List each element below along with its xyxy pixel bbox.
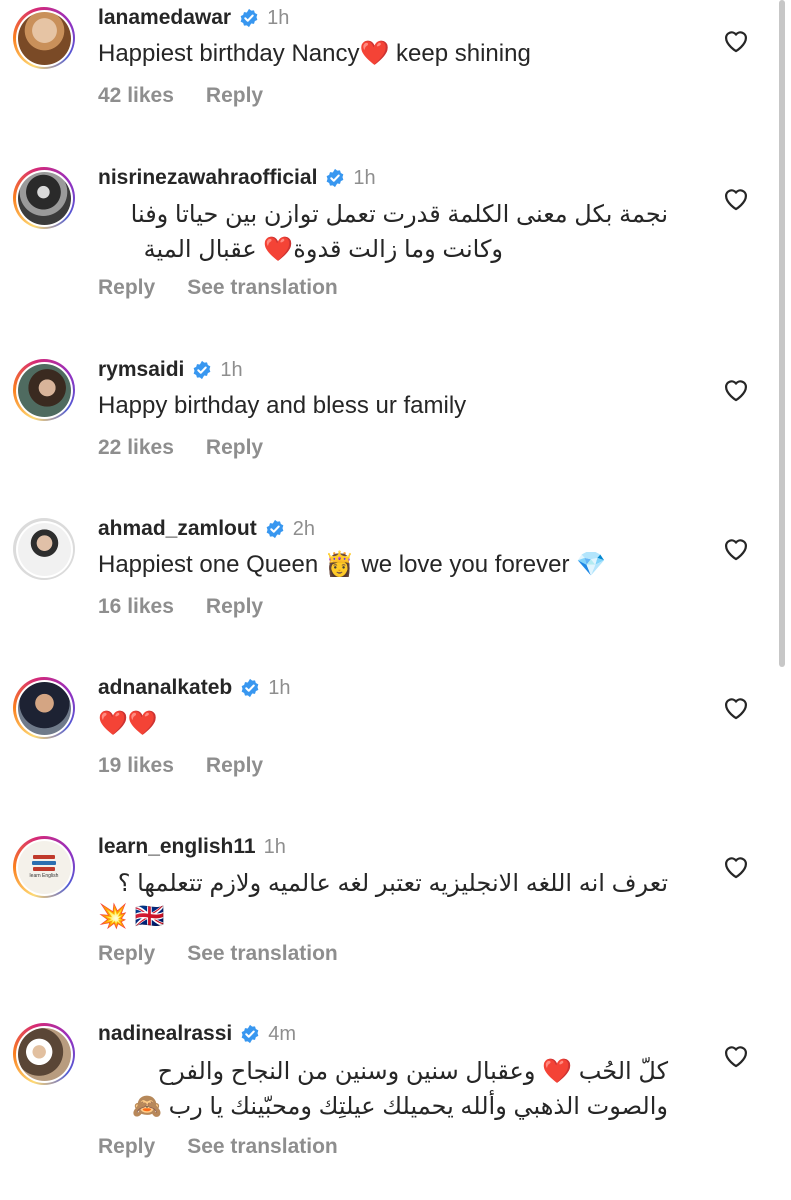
comment-text: Happy birthday and bless ur family [98,392,467,419]
red-heart-emoji: ❤️ [542,1058,573,1085]
timestamp: 1h [267,6,290,29]
heart-outline-icon[interactable] [722,27,750,53]
likes-count[interactable]: 19 likes [98,754,174,778]
avatar [17,363,71,417]
verified-badge-icon [266,519,284,539]
avatar-label: learn English [29,873,59,879]
username[interactable]: adnanalkateb [98,676,232,700]
likes-count[interactable]: 22 likes [98,436,174,460]
avatar [17,1027,71,1081]
comment-text-line: نجمة بكل معنى الكلمة قدرت تعمل توازن بين… [130,201,668,228]
comment-text-line: تعرف انه اللغه الانجليزيه تعتبر لغه عالم… [117,870,668,897]
comments-list: lanamedawar 1h Happiest birthday Nancy❤️… [0,0,791,1200]
reply-button[interactable]: Reply [206,84,263,108]
verified-badge-icon [241,678,259,698]
heart-outline-icon[interactable] [722,185,750,211]
timestamp: 1h [263,835,286,858]
timestamp: 1h [268,676,291,699]
heart-outline-icon[interactable] [722,376,750,402]
likes-count[interactable]: 16 likes [98,595,174,619]
reply-button[interactable]: Reply [206,436,263,460]
red-heart-emoji: ❤️❤️ [98,710,158,737]
avatar-story-ring[interactable] [13,167,75,229]
heart-outline-icon[interactable] [722,853,750,879]
timestamp: 1h [220,358,243,381]
comment-text-line: كلّ الحُب ❤️ وعقبال سنين وسنين من النجاح… [157,1058,668,1085]
comment-text: Happiest birthday Nancy❤️ keep shining [98,40,531,67]
avatar-story-ring[interactable] [13,7,75,69]
timestamp: 2h [292,517,315,540]
avatar-story-ring[interactable] [13,1023,75,1085]
red-heart-emoji: ❤️ [263,236,294,263]
verified-badge-icon [194,360,211,380]
avatar-story-ring[interactable] [13,677,75,739]
avatar [17,522,71,576]
verified-badge-icon [327,168,344,188]
timestamp: 4m [268,1022,297,1045]
avatar: learn English [17,840,71,894]
red-heart-emoji: ❤️ [359,40,390,67]
gem-emoji: 💎 [576,551,607,578]
princess-emoji: 👸 [324,551,355,578]
heart-outline-icon[interactable] [722,1042,750,1068]
comment-text-line: وكانت وما زالت قدوة❤️ عقبال المية [143,236,503,263]
comment-text: ❤️❤️ [98,706,698,741]
avatar-ring[interactable] [13,518,75,580]
username[interactable]: lanamedawar [98,6,231,30]
see-translation-button[interactable]: See translation [187,942,338,966]
avatar-story-ring[interactable] [13,359,75,421]
verified-badge-icon [241,1024,259,1044]
reply-button[interactable]: Reply [98,1135,155,1159]
comment-text-line: والصوت الذهبي وألله يحميلك عيلتِك ومحبّي… [132,1093,668,1120]
username[interactable]: nisrinezawahraofficial [98,166,317,190]
reply-button[interactable]: Reply [206,595,263,619]
comment-text: Happiest one Queen 👸 we love you forever… [98,551,607,578]
verified-badge-icon [240,8,258,28]
reply-button[interactable]: Reply [98,276,155,300]
avatar-story-ring[interactable]: learn English [13,836,75,898]
comment-text-line: 💥 🇬🇧 [98,903,165,930]
scrollbar[interactable] [779,0,785,667]
reply-button[interactable]: Reply [206,754,263,778]
heart-outline-icon[interactable] [722,535,750,561]
username[interactable]: learn_english11 [98,835,256,859]
heart-outline-icon[interactable] [722,694,750,720]
avatar [17,11,71,65]
see-translation-button[interactable]: See translation [187,276,338,300]
reply-button[interactable]: Reply [98,942,155,966]
see-translation-button[interactable]: See translation [187,1135,338,1159]
likes-count[interactable]: 42 likes [98,84,174,108]
username[interactable]: nadinealrassi [98,1022,232,1046]
timestamp: 1h [353,166,376,189]
avatar [17,171,71,225]
username[interactable]: ahmad_zamlout [98,517,257,541]
username[interactable]: rymsaidi [98,358,184,382]
avatar [17,681,71,735]
